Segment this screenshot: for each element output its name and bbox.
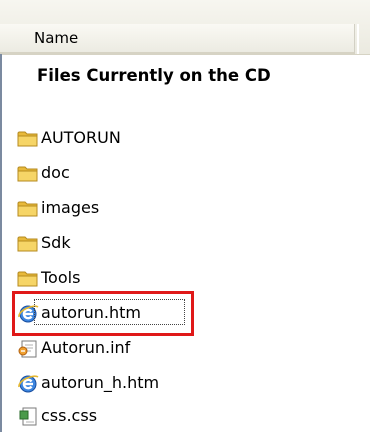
file-name: Autorun.inf (41, 338, 131, 357)
file-name: autorun_h.htm (41, 373, 160, 392)
group-title: Files Currently on the CD (37, 66, 271, 85)
pane-left-border (0, 54, 2, 432)
file-name: css.css (41, 406, 98, 425)
file-name: images (41, 198, 100, 217)
list-item-autorun-h-htm[interactable]: autorun_h.htm (10, 367, 365, 398)
folder-icon (17, 131, 38, 146)
folder-icon (17, 201, 38, 216)
list-item-images-folder[interactable]: images (10, 192, 365, 223)
folder-icon (17, 166, 38, 181)
css-file-icon (19, 407, 37, 425)
file-name: doc (41, 163, 70, 182)
folder-icon (17, 271, 38, 286)
list-item-doc-folder[interactable]: doc (10, 157, 365, 188)
folder-icon (17, 236, 38, 251)
focus-rectangle (34, 299, 185, 325)
list-item-autorun-folder[interactable]: AUTORUN (10, 122, 365, 153)
setup-info-icon (18, 340, 37, 357)
list-item-css-css[interactable]: css.css (10, 400, 365, 431)
column-divider[interactable] (357, 24, 359, 54)
ie-document-icon (18, 374, 39, 392)
file-name: AUTORUN (41, 128, 121, 147)
list-item-tools-folder[interactable]: Tools (10, 262, 365, 293)
list-item-sdk-folder[interactable]: Sdk (10, 227, 365, 258)
file-name: Sdk (41, 233, 71, 252)
column-header-name[interactable]: Name (0, 24, 355, 54)
list-item-autorun-inf[interactable]: Autorun.inf (10, 332, 365, 363)
explorer-file-pane: Name Files Currently on the CD AUTORUN d… (0, 0, 370, 432)
file-list: AUTORUN doc images Sdk Tools autorun.htm… (10, 122, 365, 425)
file-name: Tools (41, 268, 81, 287)
